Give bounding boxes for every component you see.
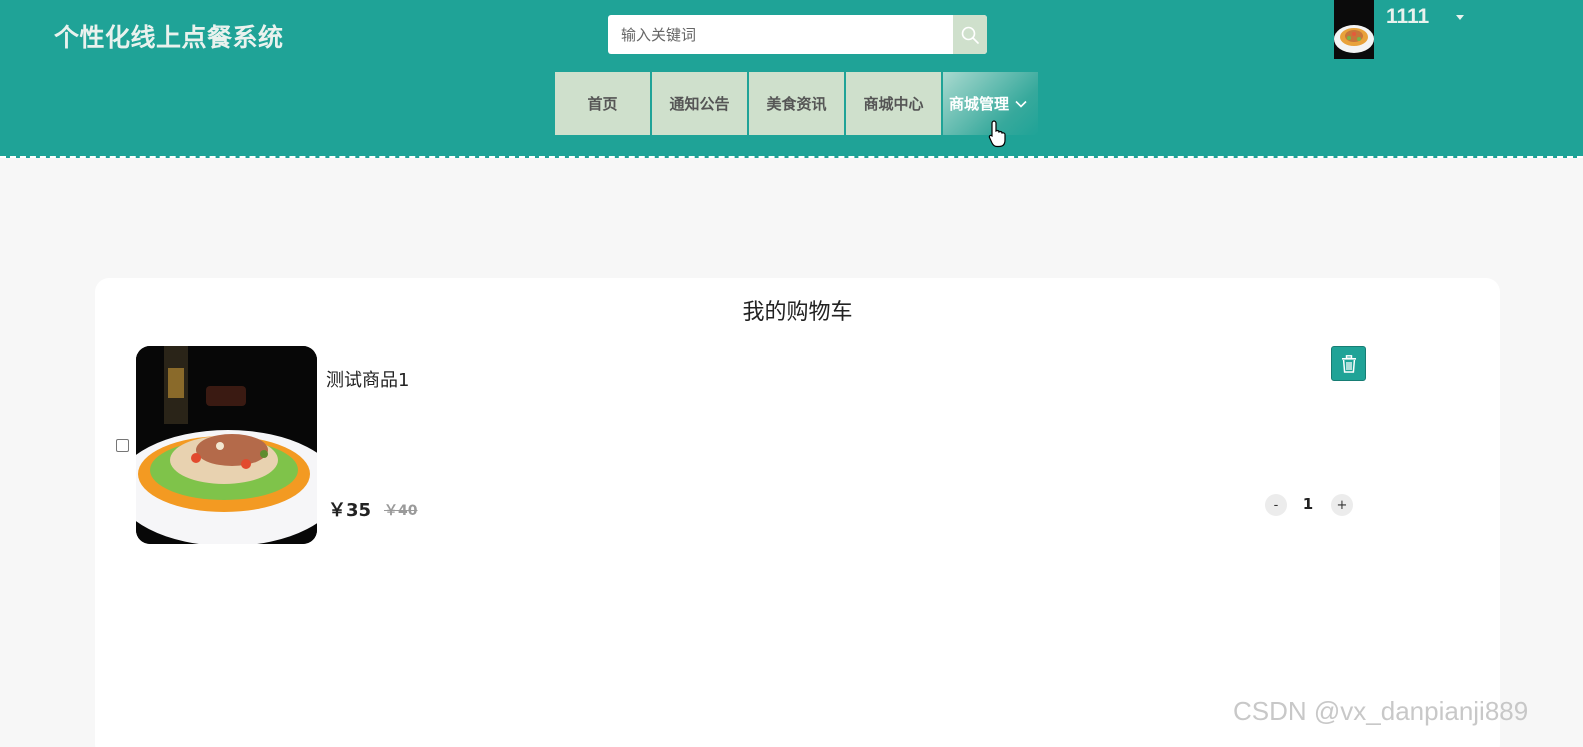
quantity-value: 1 (1302, 495, 1314, 513)
product-price: ￥35 (328, 500, 372, 521)
search-button[interactable] (953, 15, 987, 54)
product-original-price: ￥40 (384, 503, 418, 519)
cart-panel: 我的购物车 测试商品1 ￥35 ￥40 - 1 + (95, 278, 1500, 747)
nav-item-mall-management-label: 商城管理 (949, 95, 1010, 113)
nav-item-mall-center[interactable]: 商城中心 (846, 72, 941, 135)
site-title: 个性化线上点餐系统 (54, 23, 284, 52)
main-nav: 首页 通知公告 美食资讯 商城中心 商城管理 (555, 72, 1040, 135)
cart-title: 我的购物车 (742, 300, 853, 325)
product-name[interactable]: 测试商品1 (326, 366, 409, 392)
trash-icon (1341, 354, 1356, 373)
watermark: CSDN @vx_danpianji889 (1233, 696, 1529, 726)
user-caret-icon[interactable] (1456, 15, 1464, 20)
header: 个性化线上点餐系统 1111 首页 通知公告 美食资讯 (0, 0, 1583, 158)
dish-photo (136, 346, 317, 544)
search-icon (961, 26, 979, 44)
nav-item-notices[interactable]: 通知公告 (652, 72, 747, 135)
pointer-cursor-icon (988, 120, 1006, 148)
quantity-increase-button[interactable]: + (1331, 494, 1353, 516)
chevron-down-icon (1015, 100, 1027, 108)
search-input[interactable] (608, 15, 953, 54)
food-thumbnail-image (1334, 0, 1374, 59)
delete-button[interactable] (1331, 346, 1366, 381)
product-image[interactable] (136, 346, 317, 544)
nav-item-home[interactable]: 首页 (555, 72, 650, 135)
item-select-checkbox[interactable] (116, 439, 129, 452)
username[interactable]: 1111 (1386, 5, 1429, 29)
quantity-decrease-button[interactable]: - (1265, 494, 1287, 516)
search-box (608, 15, 987, 54)
avatar[interactable] (1334, 0, 1374, 59)
nav-item-food-news[interactable]: 美食资讯 (749, 72, 844, 135)
